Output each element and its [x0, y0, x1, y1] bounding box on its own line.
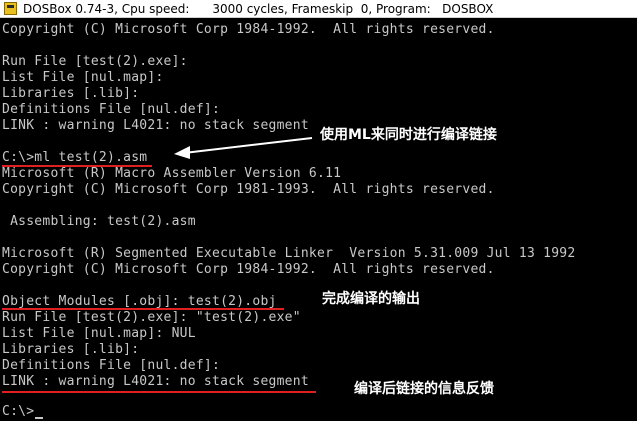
- pointer-arrow-icon: [174, 137, 313, 159]
- annotation-link-feedback: 编译后链接的信息反馈: [354, 381, 494, 397]
- annotation-compile-output: 完成编译的输出: [322, 291, 420, 307]
- dosbox-app-icon: [4, 2, 17, 15]
- title-bar[interactable]: DOSBox 0.74-3, Cpu speed: 3000 cycles, F…: [0, 0, 637, 18]
- annotation-ml-command: 使用ML来同时进行编译链接: [320, 127, 497, 143]
- window-title: DOSBox 0.74-3, Cpu speed: 3000 cycles, F…: [23, 1, 494, 16]
- dos-console[interactable]: Copyright (C) Microsoft Corp 1984-1992. …: [0, 18, 637, 421]
